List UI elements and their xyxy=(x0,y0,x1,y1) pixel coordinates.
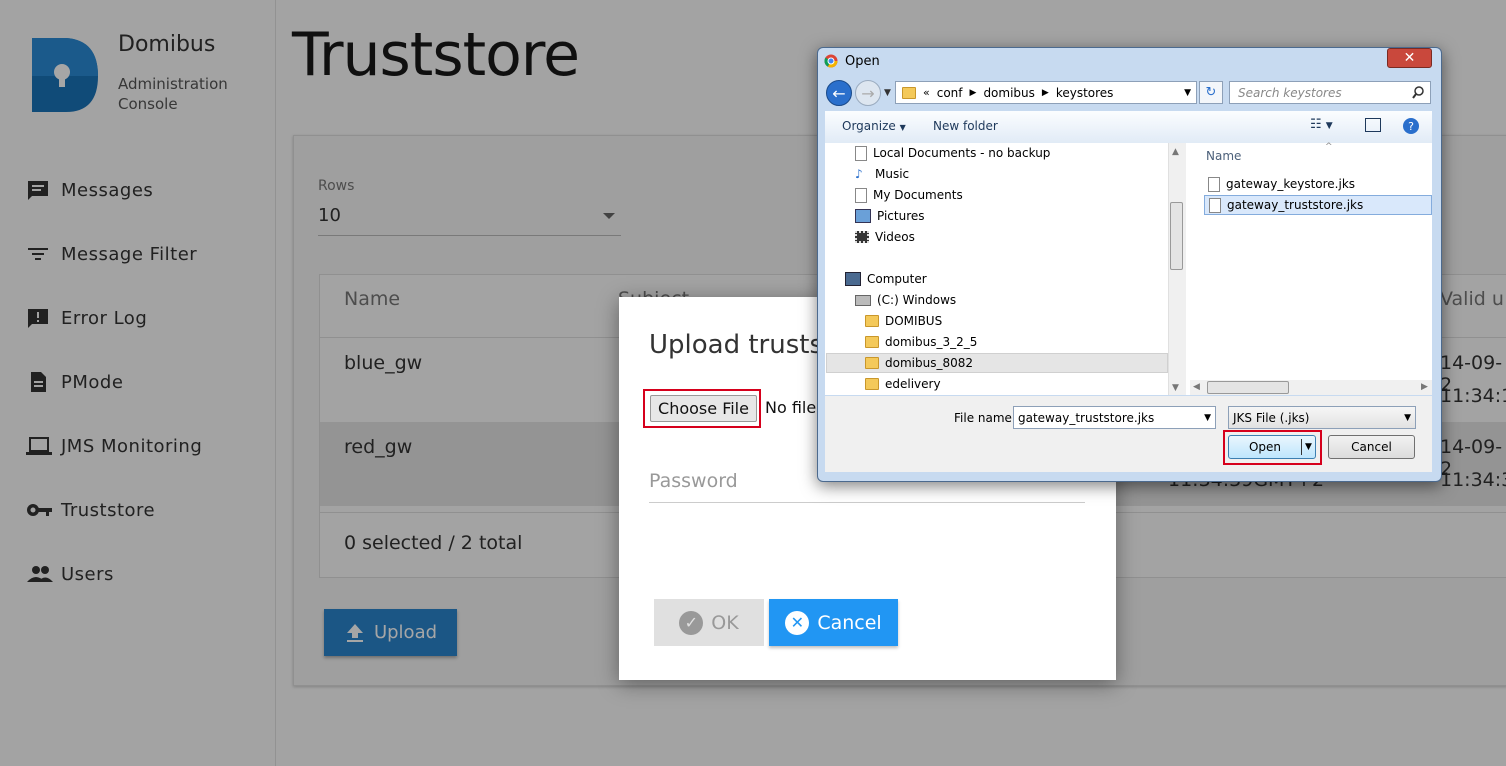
document-library-icon xyxy=(855,187,867,203)
organize-menu[interactable]: Organize ▼ xyxy=(842,119,906,133)
nav-item-label: (C:) Windows xyxy=(877,293,957,307)
chevron-down-icon[interactable]: ▼ xyxy=(884,88,891,98)
music-icon: ♪ xyxy=(855,167,863,181)
help-icon[interactable]: ? xyxy=(1403,118,1419,134)
chevron-down-icon: ▼ xyxy=(1404,412,1411,423)
breadcrumb-item[interactable]: keystores xyxy=(1056,86,1114,100)
scroll-down-icon[interactable]: ▼ xyxy=(1172,383,1179,393)
cancel-label: Cancel xyxy=(817,611,882,634)
search-input[interactable]: Search keystores xyxy=(1229,81,1431,104)
list-item[interactable]: gateway_keystore.jks xyxy=(1204,174,1428,194)
document-library-icon xyxy=(855,145,867,161)
sort-up-icon: ^ xyxy=(1325,142,1333,152)
chevron-down-icon: ▼ xyxy=(899,123,906,132)
nav-item-label: My Documents xyxy=(873,188,963,202)
nav-item-edelivery[interactable]: edelivery xyxy=(865,374,941,394)
drive-icon xyxy=(855,294,871,306)
nav-item-c-drive[interactable]: (C:) Windows xyxy=(855,290,956,310)
check-icon: ✓ xyxy=(679,610,704,635)
nav-item-music[interactable]: ♪ Music xyxy=(855,164,909,184)
folder-icon xyxy=(902,86,916,99)
views-menu[interactable]: ☷ ▼ xyxy=(1310,117,1333,132)
breadcrumb-separator: ▶ xyxy=(969,87,977,98)
nav-item-domibus-3-2-5[interactable]: domibus_3_2_5 xyxy=(865,332,977,352)
file-type-value: JKS File (.jks) xyxy=(1233,410,1310,425)
nav-item-label: Music xyxy=(875,167,910,181)
breadcrumb-separator: ▶ xyxy=(1041,87,1049,98)
close-icon: ✕ xyxy=(785,610,810,635)
forward-arrow-icon[interactable]: → xyxy=(855,80,881,106)
scroll-left-icon[interactable]: ◀ xyxy=(1193,382,1200,392)
search-icon xyxy=(1412,86,1424,99)
nav-item-label: domibus_3_2_5 xyxy=(885,335,978,349)
breadcrumb-overflow: « xyxy=(923,86,930,99)
close-icon[interactable]: ✕ xyxy=(1387,48,1432,68)
breadcrumb-item[interactable]: domibus xyxy=(983,86,1034,100)
column-header-name[interactable]: Name xyxy=(1206,149,1241,163)
chevron-down-icon: ▼ xyxy=(1325,121,1333,131)
list-item-selected[interactable]: gateway_truststore.jks xyxy=(1204,195,1432,215)
dialog-title: Open xyxy=(845,54,880,69)
file-icon xyxy=(1208,176,1220,192)
file-icon xyxy=(1209,197,1221,213)
new-folder-button[interactable]: New folder xyxy=(933,119,998,133)
file-name-label: File name: xyxy=(954,411,1016,425)
nav-item-label: Computer xyxy=(867,272,927,286)
open-button[interactable]: Open ▼ xyxy=(1228,435,1316,459)
file-name: gateway_truststore.jks xyxy=(1227,198,1364,212)
folder-icon xyxy=(865,357,879,369)
computer-icon xyxy=(845,272,861,286)
open-label: Open xyxy=(1248,440,1282,454)
nav-item-label: Local Documents - no backup xyxy=(873,146,1051,160)
nav-item-label: edelivery xyxy=(885,377,941,391)
nav-item-label: DOMIBUS xyxy=(885,314,943,328)
folder-icon xyxy=(865,336,879,348)
dialog-toolbar xyxy=(825,111,1432,144)
password-field[interactable]: Password xyxy=(649,470,738,492)
ok-label: OK xyxy=(711,611,739,634)
chevron-down-icon[interactable]: ▼ xyxy=(1184,88,1191,98)
scroll-up-icon[interactable]: ▲ xyxy=(1172,147,1179,157)
chrome-icon xyxy=(824,54,838,68)
folder-icon xyxy=(865,315,879,327)
nav-item-local-documents[interactable]: Local Documents - no backup xyxy=(855,143,1050,163)
chevron-down-icon[interactable]: ▼ xyxy=(1204,413,1211,423)
cancel-button[interactable]: ✕ Cancel xyxy=(769,599,898,646)
nav-item-computer[interactable]: Computer xyxy=(845,269,927,289)
ok-button[interactable]: ✓ OK xyxy=(654,599,764,646)
folder-icon xyxy=(865,378,879,390)
nav-item-my-documents[interactable]: My Documents xyxy=(855,185,963,205)
back-arrow-icon[interactable]: ← xyxy=(826,80,852,106)
file-type-select[interactable]: JKS File (.jks) ▼ xyxy=(1228,406,1416,429)
scrollbar-thumb[interactable] xyxy=(1207,381,1289,394)
file-name-input[interactable]: gateway_truststore.jks ▼ xyxy=(1013,406,1216,429)
chevron-down-icon[interactable]: ▼ xyxy=(1301,439,1312,455)
organize-label: Organize xyxy=(842,119,896,133)
nav-item-label: Videos xyxy=(875,230,915,244)
nav-item-label: domibus_8082 xyxy=(885,356,973,370)
list-view-icon: ☷ xyxy=(1310,117,1322,132)
file-name-value: gateway_truststore.jks xyxy=(1018,410,1155,425)
pictures-icon xyxy=(855,209,871,223)
breadcrumb-item[interactable]: conf xyxy=(937,86,963,100)
scroll-right-icon[interactable]: ▶ xyxy=(1421,382,1428,392)
file-name: gateway_keystore.jks xyxy=(1226,177,1356,191)
refresh-icon[interactable]: ↻ xyxy=(1199,81,1223,104)
preview-pane-icon[interactable] xyxy=(1365,118,1381,132)
password-underline xyxy=(649,502,1085,503)
nav-item-domibus-8082[interactable]: domibus_8082 xyxy=(865,353,973,373)
nav-item-videos[interactable]: Videos xyxy=(855,227,915,247)
cancel-button[interactable]: Cancel xyxy=(1328,435,1415,459)
videos-icon xyxy=(855,231,869,243)
nav-item-pictures[interactable]: Pictures xyxy=(855,206,925,226)
choose-file-button[interactable]: Choose File xyxy=(650,395,757,422)
nav-item-domibus[interactable]: DOMIBUS xyxy=(865,311,942,331)
address-bar[interactable]: « conf ▶ domibus ▶ keystores ▼ xyxy=(895,81,1197,104)
scrollbar-thumb[interactable] xyxy=(1170,202,1183,270)
nav-item-label: Pictures xyxy=(877,209,925,223)
